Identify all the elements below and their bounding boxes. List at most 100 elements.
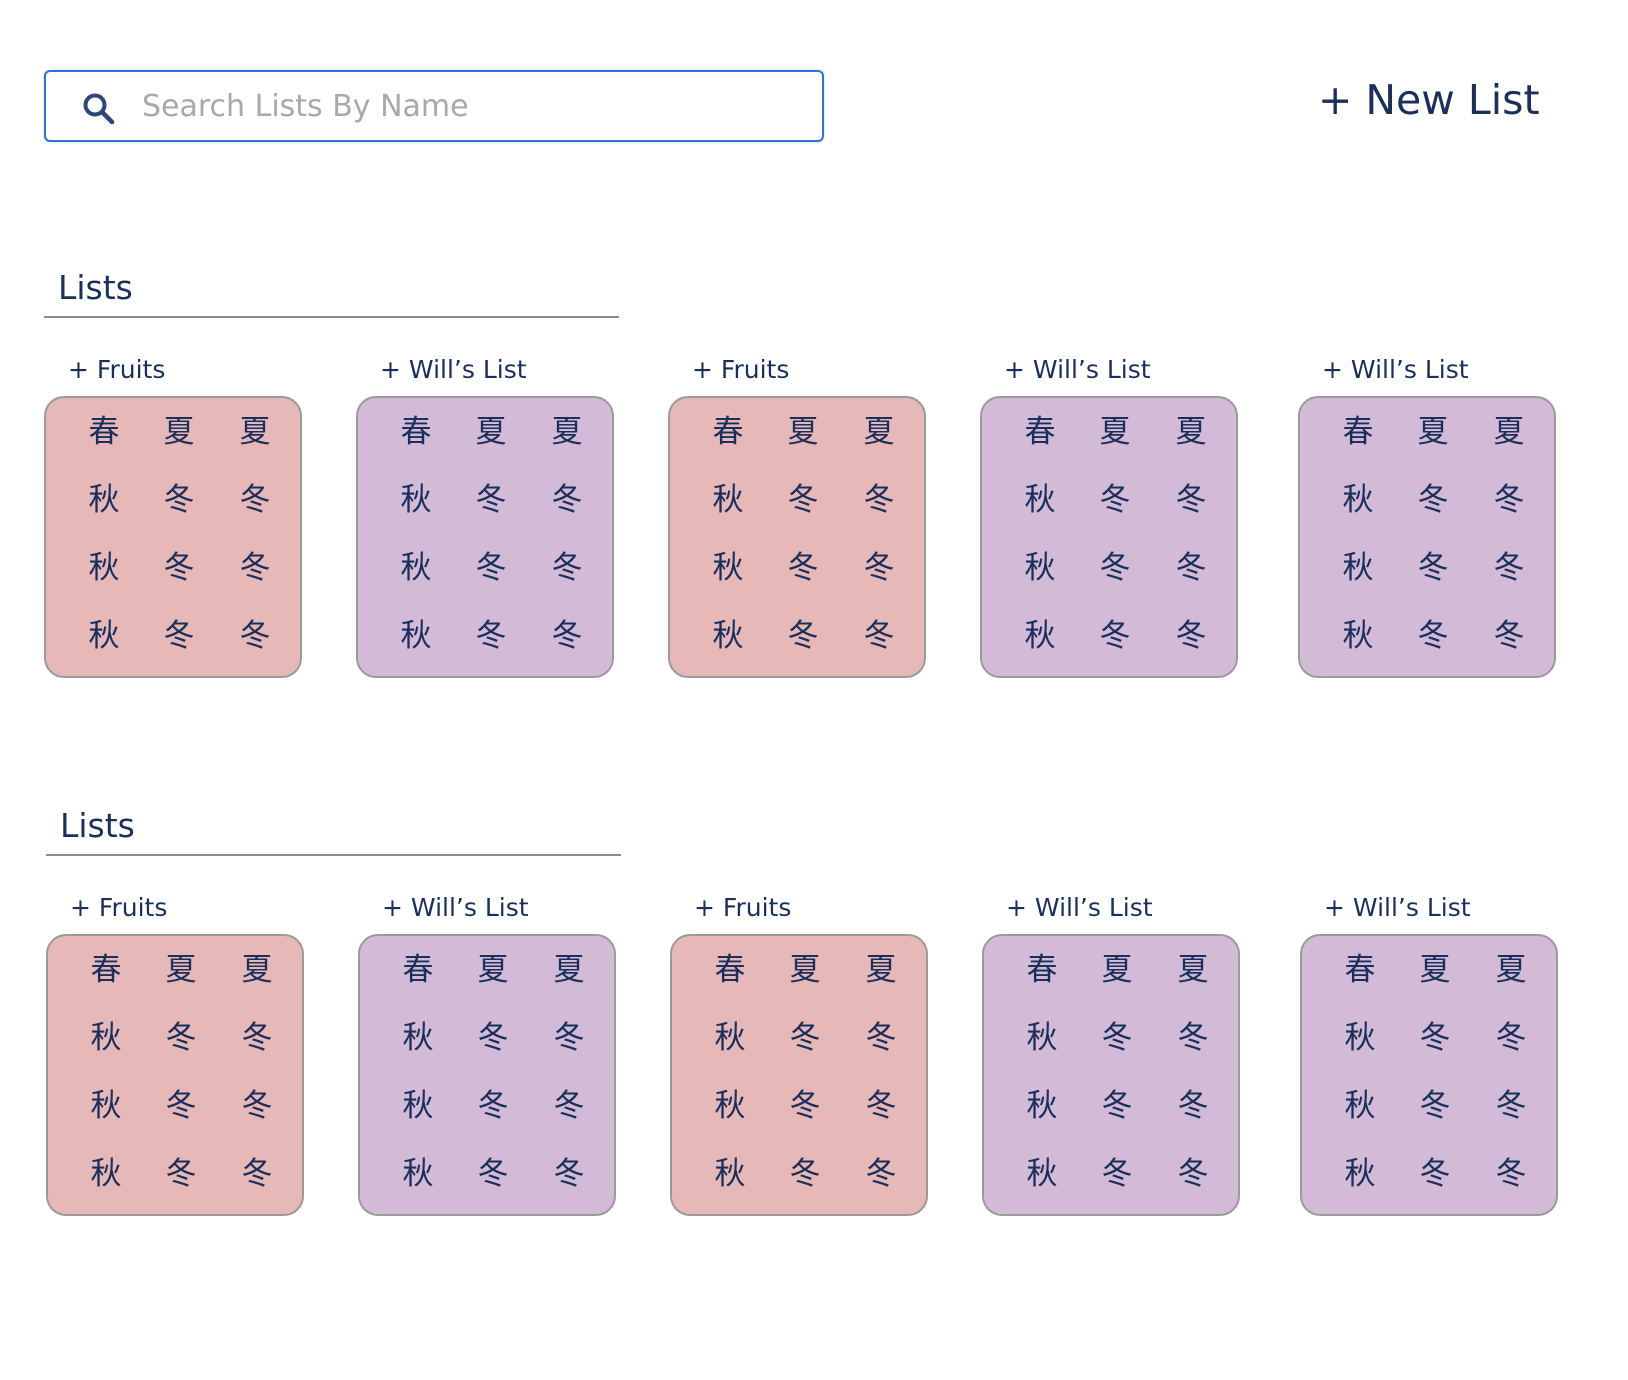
character-cell: 冬 bbox=[1177, 1088, 1209, 1124]
character-cell: 秋 bbox=[402, 1156, 434, 1192]
character-cell: 冬 bbox=[475, 618, 507, 654]
character-cell: 秋 bbox=[90, 1156, 122, 1192]
character-cell: 秋 bbox=[90, 1088, 122, 1124]
character-cell: 冬 bbox=[789, 1020, 821, 1056]
character-cell: 秋 bbox=[88, 618, 120, 654]
character-cell: 夏 bbox=[163, 414, 195, 450]
list-card[interactable]: 春夏夏秋冬冬秋冬冬秋冬冬 bbox=[356, 396, 614, 678]
character-cell: 春 bbox=[400, 414, 432, 450]
list-card[interactable]: 春夏夏秋冬冬秋冬冬秋冬冬 bbox=[982, 934, 1240, 1216]
list-card[interactable]: 春夏夏秋冬冬秋冬冬秋冬冬 bbox=[44, 396, 302, 678]
character-cell: 夏 bbox=[241, 952, 273, 988]
character-grid: 春夏夏秋冬冬秋冬冬秋冬冬 bbox=[982, 398, 1236, 676]
character-cell: 冬 bbox=[551, 550, 583, 586]
character-cell: 夏 bbox=[1177, 952, 1209, 988]
new-list-button[interactable]: + New List bbox=[1318, 72, 1540, 128]
character-cell: 冬 bbox=[1099, 482, 1131, 518]
character-cell: 秋 bbox=[1344, 1156, 1376, 1192]
character-cell: 冬 bbox=[241, 1156, 273, 1192]
character-cell: 冬 bbox=[1177, 1020, 1209, 1056]
character-cell: 冬 bbox=[475, 482, 507, 518]
list-card[interactable]: 春夏夏秋冬冬秋冬冬秋冬冬 bbox=[668, 396, 926, 678]
character-cell: 春 bbox=[1024, 414, 1056, 450]
list-card-label[interactable]: + Fruits bbox=[70, 888, 167, 928]
character-cell: 春 bbox=[712, 414, 744, 450]
character-cell: 冬 bbox=[787, 482, 819, 518]
character-cell: 冬 bbox=[165, 1156, 197, 1192]
character-cell: 冬 bbox=[1495, 1020, 1527, 1056]
character-cell: 秋 bbox=[1024, 550, 1056, 586]
character-cell: 秋 bbox=[712, 482, 744, 518]
list-card-label[interactable]: + Will’s List bbox=[382, 888, 529, 928]
character-cell: 冬 bbox=[1493, 550, 1525, 586]
character-cell: 冬 bbox=[1417, 482, 1449, 518]
character-cell: 冬 bbox=[1419, 1156, 1451, 1192]
list-card[interactable]: 春夏夏秋冬冬秋冬冬秋冬冬 bbox=[1300, 934, 1558, 1216]
character-cell: 秋 bbox=[90, 1020, 122, 1056]
list-card-label[interactable]: + Will’s List bbox=[1322, 350, 1469, 390]
character-cell: 秋 bbox=[1344, 1088, 1376, 1124]
character-cell: 秋 bbox=[400, 618, 432, 654]
list-card[interactable]: 春夏夏秋冬冬秋冬冬秋冬冬 bbox=[358, 934, 616, 1216]
character-cell: 秋 bbox=[1344, 1020, 1376, 1056]
character-cell: 夏 bbox=[1175, 414, 1207, 450]
character-cell: 冬 bbox=[1101, 1088, 1133, 1124]
search-input[interactable] bbox=[142, 72, 802, 140]
character-cell: 冬 bbox=[163, 482, 195, 518]
character-cell: 夏 bbox=[863, 414, 895, 450]
character-cell: 冬 bbox=[239, 482, 271, 518]
section-divider bbox=[44, 316, 619, 318]
character-cell: 冬 bbox=[789, 1156, 821, 1192]
character-cell: 夏 bbox=[1101, 952, 1133, 988]
list-card-label[interactable]: + Will’s List bbox=[1006, 888, 1153, 928]
character-cell: 春 bbox=[1026, 952, 1058, 988]
character-cell: 冬 bbox=[865, 1020, 897, 1056]
character-cell: 冬 bbox=[1419, 1088, 1451, 1124]
character-cell: 冬 bbox=[787, 618, 819, 654]
character-cell: 冬 bbox=[1175, 482, 1207, 518]
character-cell: 冬 bbox=[1175, 618, 1207, 654]
character-cell: 夏 bbox=[865, 952, 897, 988]
list-card-label[interactable]: + Fruits bbox=[692, 350, 789, 390]
character-cell: 冬 bbox=[1101, 1020, 1133, 1056]
list-card[interactable]: 春夏夏秋冬冬秋冬冬秋冬冬 bbox=[1298, 396, 1556, 678]
list-card[interactable]: 春夏夏秋冬冬秋冬冬秋冬冬 bbox=[670, 934, 928, 1216]
character-cell: 冬 bbox=[1417, 550, 1449, 586]
character-cell: 夏 bbox=[475, 414, 507, 450]
character-cell: 冬 bbox=[553, 1156, 585, 1192]
search-icon bbox=[83, 93, 115, 125]
list-section: Lists + Fruits 春夏夏秋冬冬秋冬冬秋冬冬 + Will’s List 春夏… bbox=[46, 804, 1628, 1274]
list-card[interactable]: 春夏夏秋冬冬秋冬冬秋冬冬 bbox=[46, 934, 304, 1216]
character-cell: 秋 bbox=[1024, 482, 1056, 518]
character-cell: 夏 bbox=[1419, 952, 1451, 988]
section-title: Lists bbox=[58, 268, 133, 307]
character-cell: 冬 bbox=[477, 1020, 509, 1056]
character-cell: 冬 bbox=[865, 1088, 897, 1124]
list-card-label[interactable]: + Will’s List bbox=[1324, 888, 1471, 928]
character-cell: 夏 bbox=[789, 952, 821, 988]
character-cell: 冬 bbox=[165, 1020, 197, 1056]
character-cell: 冬 bbox=[551, 482, 583, 518]
character-grid: 春夏夏秋冬冬秋冬冬秋冬冬 bbox=[672, 936, 926, 1214]
section-title: Lists bbox=[60, 806, 135, 845]
character-grid: 春夏夏秋冬冬秋冬冬秋冬冬 bbox=[358, 398, 612, 676]
character-cell: 冬 bbox=[1495, 1088, 1527, 1124]
character-cell: 冬 bbox=[475, 550, 507, 586]
character-cell: 冬 bbox=[1493, 618, 1525, 654]
list-card-label[interactable]: + Will’s List bbox=[1004, 350, 1151, 390]
character-cell: 冬 bbox=[1101, 1156, 1133, 1192]
list-section: Lists + Fruits 春夏夏秋冬冬秋冬冬秋冬冬 + Will’s List 春夏… bbox=[44, 266, 1628, 736]
character-grid: 春夏夏秋冬冬秋冬冬秋冬冬 bbox=[1302, 936, 1556, 1214]
character-grid: 春夏夏秋冬冬秋冬冬秋冬冬 bbox=[984, 936, 1238, 1214]
character-cell: 冬 bbox=[553, 1020, 585, 1056]
character-cell: 冬 bbox=[163, 618, 195, 654]
list-card-label[interactable]: + Fruits bbox=[694, 888, 791, 928]
character-cell: 秋 bbox=[1024, 618, 1056, 654]
character-cell: 秋 bbox=[88, 482, 120, 518]
search-box[interactable] bbox=[44, 70, 824, 142]
character-cell: 夏 bbox=[551, 414, 583, 450]
list-card[interactable]: 春夏夏秋冬冬秋冬冬秋冬冬 bbox=[980, 396, 1238, 678]
list-card-label[interactable]: + Will’s List bbox=[380, 350, 527, 390]
list-card-label[interactable]: + Fruits bbox=[68, 350, 165, 390]
character-cell: 春 bbox=[1344, 952, 1376, 988]
